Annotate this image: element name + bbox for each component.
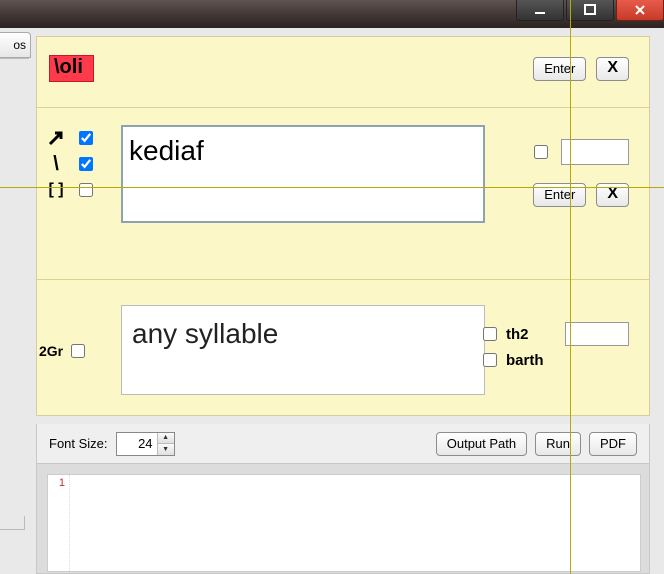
- window-titlebar: [0, 0, 664, 28]
- option-brackets-checkbox[interactable]: [79, 183, 93, 197]
- main-input-container: [121, 125, 485, 223]
- left-tab[interactable]: os: [0, 32, 31, 58]
- output-area: 1: [36, 464, 650, 574]
- output-editor[interactable]: 1: [47, 474, 641, 572]
- row2-right-controls: Enter X: [499, 139, 629, 207]
- editor-gutter: 1: [48, 475, 70, 571]
- panel-row-1: \oli Enter X: [37, 37, 649, 108]
- line-number: 1: [48, 477, 65, 489]
- window-close-button[interactable]: [616, 0, 664, 21]
- barth-label: barth: [506, 352, 544, 369]
- row2-x-button[interactable]: X: [596, 183, 629, 207]
- row2-right-checkbox[interactable]: [534, 145, 548, 159]
- font-size-label: Font Size:: [49, 436, 108, 451]
- options-column: \ [ ]: [43, 125, 113, 203]
- bottom-toolbar: Font Size: ▲ ▼ Output Path Run PDF: [36, 424, 650, 464]
- window-maximize-button[interactable]: [566, 0, 614, 21]
- left-margin-divider: [24, 516, 25, 530]
- font-size-up-icon[interactable]: ▲: [158, 433, 174, 445]
- output-path-button[interactable]: Output Path: [436, 432, 527, 456]
- syllable-display: any syllable: [121, 305, 485, 395]
- row3-right-controls: th2 barth: [479, 321, 629, 373]
- oli-badge: \oli: [49, 55, 94, 82]
- panel-row-2: \ [ ] Enter X: [37, 109, 649, 280]
- font-size-spinner[interactable]: ▲ ▼: [116, 432, 175, 456]
- th2-number-input[interactable]: [565, 322, 629, 346]
- main-panel: \oli Enter X \ [ ]: [36, 36, 650, 416]
- main-input[interactable]: [123, 127, 477, 167]
- left-tab-label: os: [13, 38, 26, 52]
- gr-checkbox[interactable]: [71, 344, 85, 358]
- option-arrow-checkbox[interactable]: [79, 131, 93, 145]
- row2-right-number-input[interactable]: [561, 139, 629, 165]
- backslash-icon: \: [43, 153, 69, 176]
- window-minimize-button[interactable]: [516, 0, 564, 21]
- row1-enter-button[interactable]: Enter: [533, 57, 586, 81]
- run-button[interactable]: Run: [535, 432, 581, 456]
- pdf-button[interactable]: PDF: [589, 432, 637, 456]
- gr-option: 2Gr: [39, 341, 88, 361]
- panel-row-3: 2Gr any syllable th2 barth: [37, 281, 649, 415]
- left-margin-divider-h: [0, 529, 25, 530]
- row2-enter-button[interactable]: Enter: [533, 183, 586, 207]
- option-backslash-checkbox[interactable]: [79, 157, 93, 171]
- th2-label: th2: [506, 326, 529, 343]
- left-tab-underline: [0, 56, 29, 59]
- brackets-icon: [ ]: [43, 181, 69, 199]
- font-size-down-icon[interactable]: ▼: [158, 444, 174, 455]
- gr-label: 2Gr: [39, 343, 63, 359]
- arrow-up-right-icon: [43, 129, 69, 147]
- font-size-input[interactable]: [117, 433, 157, 455]
- th2-checkbox[interactable]: [483, 327, 497, 341]
- barth-checkbox[interactable]: [483, 353, 497, 367]
- row1-x-button[interactable]: X: [596, 57, 629, 81]
